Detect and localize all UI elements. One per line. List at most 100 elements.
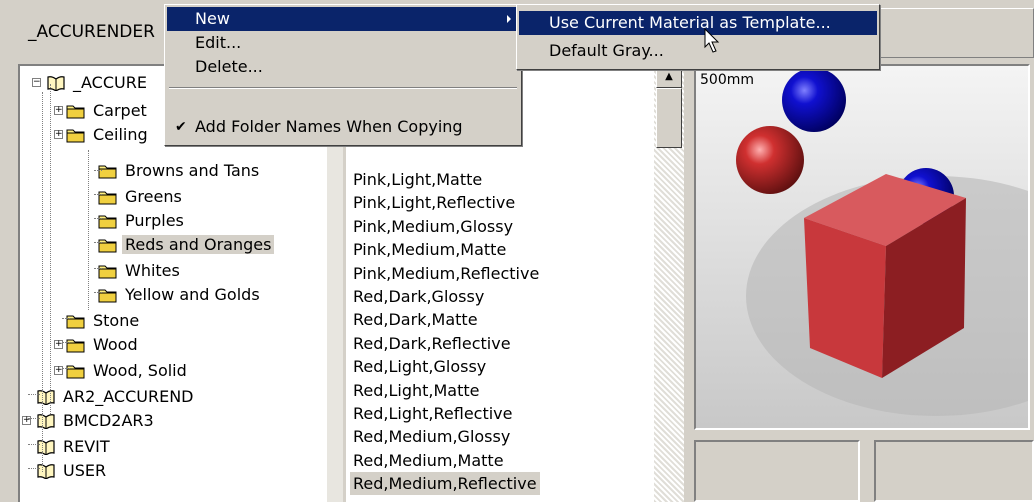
tree-connector [62,318,70,319]
menu-item-add-folder-names-label: Add Folder Names When Copying [195,117,463,136]
folder-icon [98,239,117,252]
library-book-icon [37,439,55,455]
material-list-item[interactable]: Red,Medium,Reflective [350,472,540,496]
tree-item-label: Wood, Solid [93,360,187,380]
material-list-item[interactable]: Red,Dark,Glossy [350,285,487,308]
tree-item[interactable]: Browns and Tans [98,158,262,182]
tree-connector [42,92,43,472]
expand-toggle-icon[interactable]: + [54,106,63,115]
material-list-item[interactable]: Pink,Light,Reflective [350,191,518,214]
preview-render [696,66,1028,428]
folder-icon [66,339,85,352]
menu-item-default-gray[interactable]: Default Gray... [519,39,877,63]
material-list-item[interactable]: Red,Medium,Glossy [350,425,513,448]
tree-connector [94,170,102,171]
folder-icon [66,315,85,328]
tree-connector [94,242,102,243]
menu-item-use-current-material[interactable]: Use Current Material as Template... [519,11,877,35]
menu-item-edit-label: Edit... [195,33,242,52]
tree-item[interactable]: Wood, Solid [66,358,190,382]
tree-connector [62,368,70,369]
library-book-icon [37,389,55,405]
material-list-item[interactable]: Pink,Medium,Glossy [350,215,516,238]
tree-item-label: Whites [125,260,180,280]
tree-item[interactable]: REVIT [36,434,113,458]
expand-toggle-icon[interactable]: + [54,130,63,139]
material-preview [694,64,1030,430]
tree-item[interactable]: _ACCURE [46,70,150,94]
tree-item[interactable]: Stone [66,308,142,332]
menu-item-edit[interactable]: Edit... [167,31,519,55]
tree-connector [28,468,40,469]
red-sphere [736,126,804,194]
folder-icon [98,265,117,278]
menu-item-new-label: New [195,9,230,28]
material-list-item[interactable]: Pink,Medium,Reflective [350,262,542,285]
expand-toggle-icon[interactable]: − [32,78,41,87]
tree-connector [94,292,102,293]
material-list-item[interactable]: Red,Light,Matte [350,379,483,402]
tree-item[interactable]: Ceiling [66,122,151,146]
menu-item-default-gray-label: Default Gray... [549,41,664,60]
blue-sphere [782,68,846,132]
menu-item-delete-label: Delete... [195,57,263,76]
tree-item-label: Stone [93,310,140,330]
material-list-item[interactable]: Red,Light,Glossy [350,355,489,378]
tree-item[interactable]: AR2_ACCUREND [36,384,196,408]
material-list-item[interactable]: Pink,Medium,Matte [350,238,509,261]
tree-item-label: _ACCURE [73,72,147,92]
tree-item[interactable]: Greens [98,184,185,208]
tree-item-label: Browns and Tans [125,160,260,180]
library-book-icon [37,463,55,479]
tree-item-label: Yellow and Golds [125,284,260,304]
menu-item-delete[interactable]: Delete... [167,55,519,79]
tree-item[interactable]: Carpet [66,98,150,122]
menu-item-new[interactable]: New [167,7,519,31]
tree-connector [94,268,102,269]
tree-connector [94,194,102,195]
material-list-item[interactable]: Red,Medium,Matte [350,449,507,472]
tree-connector [28,418,40,419]
new-submenu: Use Current Material as Template... Defa… [516,4,880,70]
tree-connector [50,84,51,414]
menu-separator [169,87,517,89]
folder-icon [66,129,85,142]
menu-item-add-folder-names[interactable]: ✔ Add Folder Names When Copying [167,115,519,139]
tree-item[interactable]: Whites [98,258,183,282]
mouse-pointer-icon [704,28,720,53]
preview-scale-label: 500mm [700,72,754,88]
tree-item[interactable]: Purples [98,208,187,232]
tree-item[interactable]: BMCD2AR3 [36,408,157,432]
tree-connector [94,218,102,219]
tree-item-label: Reds and Oranges [122,234,275,254]
library-book-icon [37,413,55,429]
tree-item-label: USER [63,460,107,480]
property-panel-right [874,440,1034,502]
tree-item-label: Carpet [93,100,147,120]
tree-item-label: Purples [125,210,184,230]
folder-icon [66,365,85,378]
tree-item[interactable]: Wood [66,332,141,356]
tree-item-label: AR2_ACCUREND [63,386,194,406]
folder-icon [98,289,117,302]
tree-connector [62,342,70,343]
tree-item[interactable]: Yellow and Golds [98,282,263,306]
submenu-arrow-icon [507,15,511,23]
tree-item-label: Greens [125,186,182,206]
tree-item-label: Wood [93,334,138,354]
tree-connector [28,444,40,445]
material-list-item[interactable]: Red,Dark,Reflective [350,332,514,355]
context-menu: New Edit... Delete... ✔ Add Folder Names… [164,4,522,146]
material-list-item[interactable]: Red,Light,Reflective [350,402,516,425]
folder-icon [98,191,117,204]
tree-item-label: BMCD2AR3 [63,410,154,430]
tree-item-label: Ceiling [93,124,148,144]
material-list-item[interactable]: Pink,Light,Matte [350,168,485,191]
header-button-area [880,8,1034,58]
material-list-item[interactable]: Red,Dark,Matte [350,308,481,331]
tree-item[interactable]: Reds and Oranges [98,232,275,256]
scroll-thumb[interactable] [656,88,682,148]
tree-connector [88,150,89,310]
tree-item[interactable]: USER [36,458,109,482]
menu-item-use-current-material-label: Use Current Material as Template... [549,13,831,32]
